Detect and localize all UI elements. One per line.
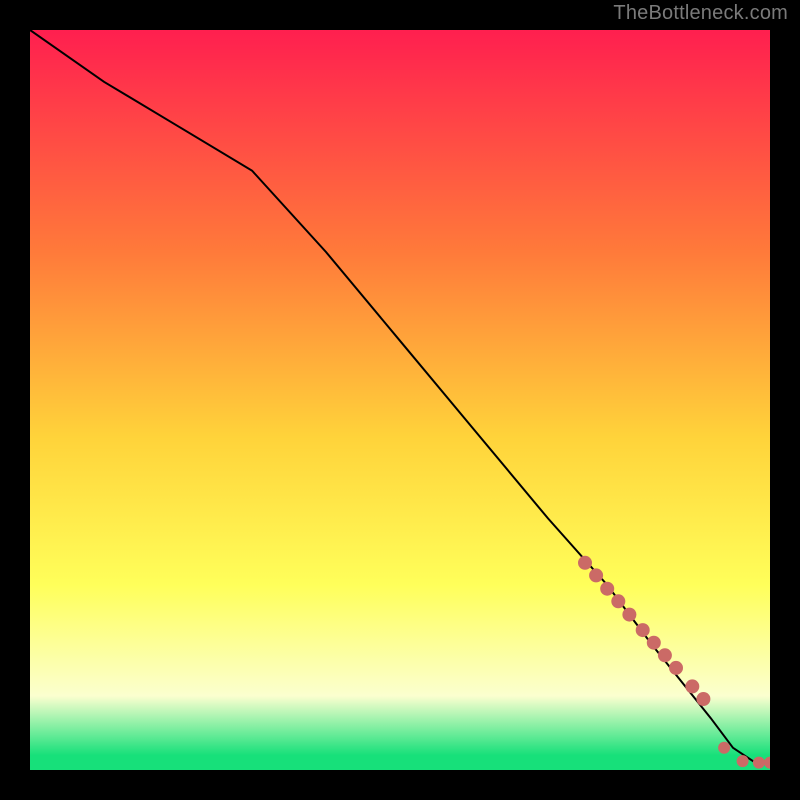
marker-dot	[611, 594, 625, 608]
marker-dot	[622, 608, 636, 622]
marker-dot	[764, 757, 770, 769]
marker-dot	[658, 648, 672, 662]
marker-dot	[718, 742, 730, 754]
marker-dot	[685, 679, 699, 693]
marker-dots	[578, 556, 770, 769]
chart-container: TheBottleneck.com	[0, 0, 800, 800]
plot-area	[30, 30, 770, 770]
attribution-label: TheBottleneck.com	[613, 2, 788, 25]
marker-dot	[669, 661, 683, 675]
chart-overlay	[30, 30, 770, 770]
marker-dot	[636, 623, 650, 637]
marker-dot	[696, 692, 710, 706]
marker-dot	[589, 568, 603, 582]
marker-dot	[600, 582, 614, 596]
marker-dot	[737, 755, 749, 767]
marker-dot	[753, 757, 765, 769]
marker-dot	[647, 636, 661, 650]
marker-dot	[578, 556, 592, 570]
